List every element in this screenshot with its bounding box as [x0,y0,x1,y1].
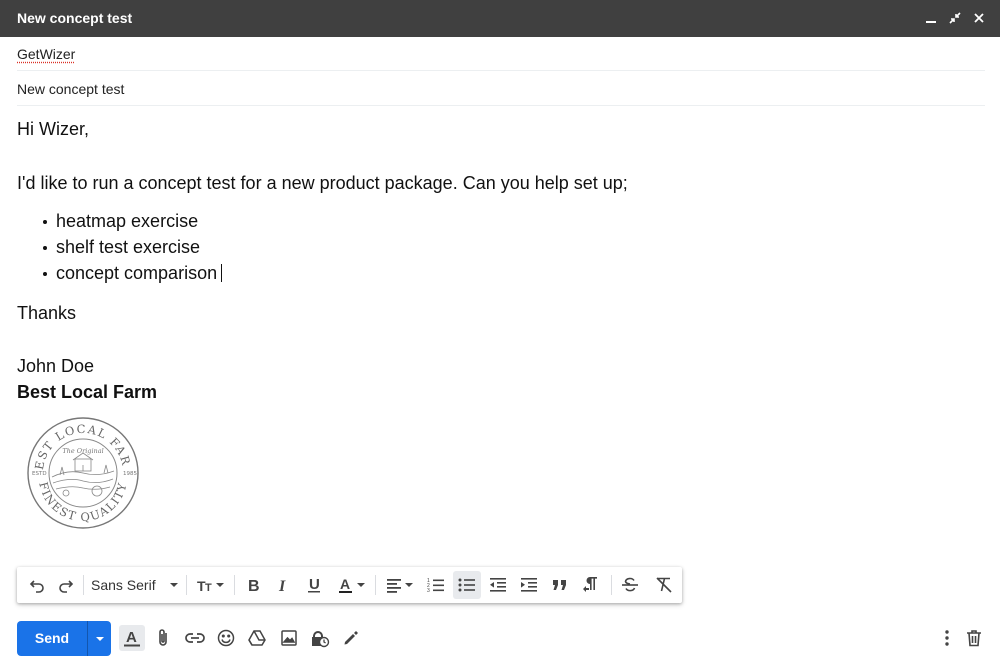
attach-icon[interactable] [150,625,176,651]
indent-more-icon[interactable] [516,571,542,599]
drive-icon[interactable] [244,625,270,651]
bold-icon[interactable]: B [241,571,265,599]
indent-less-icon[interactable] [485,571,511,599]
svg-text:U: U [309,576,320,593]
farm-seal-logo: BEST LOCAL FARM FINEST QUALITY The Origi… [20,415,139,529]
svg-text:I: I [278,578,286,593]
svg-text:A: A [340,576,350,592]
svg-text:3: 3 [427,588,430,593]
redo-icon[interactable] [54,571,78,599]
strikethrough-icon[interactable] [617,571,643,599]
underline-icon[interactable]: U [302,571,326,599]
confidential-mode-icon[interactable] [307,625,333,651]
undo-icon[interactable] [25,571,49,599]
compose-titlebar: New concept test [0,0,1000,37]
discard-icon[interactable] [961,625,987,651]
font-family-label: Sans Serif [91,577,156,593]
subject-field[interactable]: New concept test [17,72,985,106]
send-button[interactable]: Send [17,621,111,656]
italic-icon[interactable]: I [271,571,295,599]
signature-company: Best Local Farm [17,382,158,402]
bulleted-list-icon[interactable] [453,571,481,599]
exit-fullscreen-icon[interactable] [946,8,964,28]
compose-bottom-toolbar: Send A [0,615,1000,658]
message-body[interactable]: Hi Wizer, I'd like to run a concept test… [17,107,985,557]
close-icon[interactable] [970,8,988,28]
svg-text:ESTD: ESTD [32,471,47,477]
compose-title: New concept test [17,10,133,26]
greeting-text: Hi Wizer, [17,119,89,139]
svg-text:A: A [126,629,137,646]
emoji-icon[interactable] [213,625,239,651]
send-label: Send [34,630,70,646]
minimize-icon[interactable] [922,8,940,28]
list-item: concept comparison [43,260,223,286]
to-field[interactable]: GetWizer [17,37,985,71]
bulleted-list: heatmap exercise shelf test exercise con… [43,208,223,286]
signature-icon[interactable] [338,625,364,651]
intro-text: I'd like to run a concept test for a new… [17,173,628,193]
more-options-icon[interactable] [934,625,960,651]
quote-icon[interactable] [547,571,573,599]
list-item: heatmap exercise [43,208,222,234]
align-icon[interactable] [382,571,418,599]
formatting-toolbar: Sans Serif TT B I U A 123 [17,567,682,603]
closing-text: Thanks [17,303,77,323]
list-item: shelf test exercise [43,234,222,260]
text-color-icon[interactable]: A [335,571,369,599]
svg-text:B: B [248,578,260,593]
font-size-icon[interactable]: TT [193,571,229,599]
chevron-down-icon [170,583,178,587]
recipient-chip[interactable]: GetWizer [17,46,75,62]
svg-text:The Original: The Original [62,447,103,455]
text-direction-icon[interactable] [578,571,604,599]
font-family-select[interactable]: Sans Serif [89,571,181,599]
subject-text[interactable]: New concept test [17,81,124,97]
svg-text:1985: 1985 [123,471,137,477]
numbered-list-icon[interactable]: 123 [423,571,449,599]
svg-text:T: T [205,582,212,593]
photo-icon[interactable] [276,625,302,651]
send-options-chevron-icon[interactable] [87,621,111,656]
remove-formatting-icon[interactable] [651,571,677,599]
formatting-options-icon[interactable]: A [119,625,145,651]
text-cursor [221,264,223,282]
signature-name: John Doe [17,356,95,376]
link-icon[interactable] [182,625,208,651]
